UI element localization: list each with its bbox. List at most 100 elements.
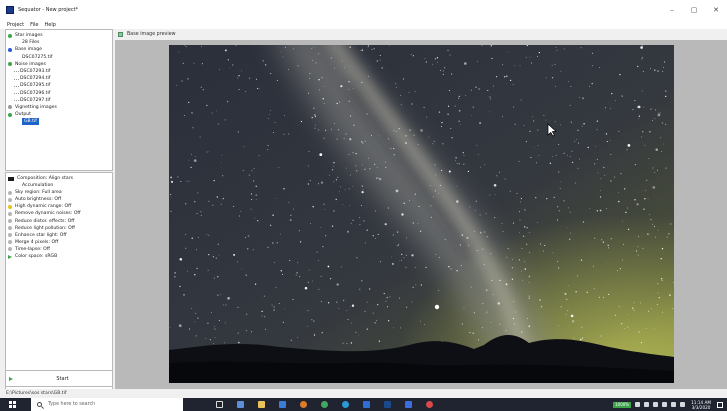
start-button[interactable]: Start	[5, 370, 113, 387]
preview-image-svg	[169, 45, 674, 383]
tree-noise-file[interactable]: DSC07294.tif	[8, 75, 110, 82]
menu-file[interactable]: File	[30, 22, 38, 28]
option-enhance-star-light[interactable]: Enhance star light: Off	[8, 232, 110, 239]
option-auto-brightness[interactable]: Auto brightness: Off	[8, 196, 110, 203]
tray-person-icon[interactable]	[635, 402, 641, 407]
option-reduce-light-pollution[interactable]: Reduce light pollution: Off	[8, 225, 110, 232]
tray-time: 11:14 AM	[691, 399, 711, 405]
option-bullet-icon	[8, 197, 12, 202]
tree-output-file[interactable]: GB.tif	[8, 118, 110, 126]
taskbar-search-placeholder: Type here to search	[48, 402, 96, 407]
tray-network-icon[interactable]	[653, 402, 659, 407]
option-label: Merge 4 pixels: Off	[15, 239, 59, 245]
taskbar-apps	[213, 399, 444, 411]
option-label: Time-lapse: Off	[15, 246, 50, 252]
option-composition[interactable]: Composition: Align stars	[8, 175, 110, 182]
option-sky-region[interactable]: Sky region: Full area	[8, 189, 110, 196]
taskbar-search-box[interactable]: Type here to search	[31, 398, 183, 411]
tree-star-images[interactable]: Star images	[8, 32, 110, 39]
tray-chevron-icon[interactable]	[644, 402, 650, 407]
tree-vignetting-images[interactable]: Vignetting images	[8, 104, 110, 111]
option-bullet-icon	[8, 219, 12, 224]
app-red-icon[interactable]	[423, 399, 435, 411]
option-label: Color space: sRGB	[15, 254, 58, 260]
tree-noise-file[interactable]: DSC07295.tif	[8, 82, 110, 89]
system-tray: 1000% 11:14 AM 3/3/2020	[613, 398, 727, 411]
tree-noise-file[interactable]: DSC07293.tif	[8, 68, 110, 75]
store-icon[interactable]	[276, 399, 288, 411]
tree-star-images-label: Star images	[15, 33, 43, 38]
sequator-app-icon	[6, 6, 14, 14]
option-label: Reduce distor. effects: Off	[15, 218, 75, 224]
window-title: Sequator - New project*	[18, 7, 79, 13]
option-bullet-icon	[8, 212, 12, 217]
project-tree: Star images 28 Files Base image DSC07275…	[5, 29, 113, 171]
search-icon	[37, 402, 42, 407]
option-color-space[interactable]: Color space: sRGB	[8, 253, 110, 260]
option-bullet-icon	[8, 233, 12, 238]
options-panel: Composition: Align stars Accumulation Sk…	[5, 172, 113, 397]
option-remove-dynamic-noises[interactable]: Remove dynamic noises: Off	[8, 210, 110, 217]
option-bullet-icon	[8, 240, 12, 245]
lightroom-icon[interactable]	[381, 399, 393, 411]
preview-area[interactable]	[115, 40, 727, 389]
tree-noise-images-label: Noise images	[15, 61, 46, 67]
status-green-icon	[8, 62, 12, 67]
edge-icon[interactable]	[339, 399, 351, 411]
option-label: Reduce light pollution: Off	[15, 225, 75, 231]
tree-noise-file[interactable]: DSC07297.tif	[8, 97, 110, 104]
image-preview-icon	[118, 31, 123, 37]
task-view-icon[interactable]	[213, 399, 225, 411]
left-panel: Star images 28 Files Base image DSC07275…	[5, 29, 113, 397]
option-time-lapse[interactable]: Time-lapse: Off	[8, 246, 110, 253]
menu-help[interactable]: Help	[44, 22, 55, 28]
app-blue-icon[interactable]	[360, 399, 372, 411]
option-reduce-distortion[interactable]: Reduce distor. effects: Off	[8, 218, 110, 225]
minimize-button[interactable]: –	[661, 0, 683, 20]
option-merge-4-pixels[interactable]: Merge 4 pixels: Off	[8, 239, 110, 246]
tree-output-label: Output	[15, 112, 31, 118]
option-label: High dynamic range: Off	[15, 204, 72, 210]
notification-icon[interactable]	[717, 401, 723, 408]
tree-vignetting-images-label: Vignetting images	[15, 104, 57, 110]
status-green-icon	[8, 33, 12, 38]
close-button[interactable]: ✕	[705, 0, 727, 20]
windows-logo-icon	[9, 401, 16, 408]
status-gray-icon	[8, 105, 12, 110]
windows-start-button[interactable]	[6, 398, 19, 411]
mouse-cursor-icon	[547, 123, 557, 137]
composition-icon	[8, 176, 14, 181]
option-label: Remove dynamic noises: Off	[15, 211, 81, 217]
window-controls: – ▢ ✕	[661, 0, 727, 20]
app-orange-icon[interactable]	[297, 399, 309, 411]
maximize-button[interactable]: ▢	[683, 0, 705, 20]
tree-base-image[interactable]: Base image	[8, 46, 110, 53]
tray-battery-icon[interactable]	[662, 402, 668, 407]
option-bullet-yellow-icon	[8, 204, 12, 209]
option-label: Sky region: Full area	[15, 190, 62, 196]
tray-badge[interactable]: 1000%	[613, 401, 632, 408]
tree-noise-file[interactable]: DSC07296.tif	[8, 90, 110, 97]
tray-app-icon[interactable]	[671, 402, 677, 407]
chrome-icon[interactable]	[318, 399, 330, 411]
tray-volume-icon[interactable]	[680, 402, 686, 407]
status-path: E:\Pictures\sos stars\GB.tif	[0, 389, 727, 398]
preview-header-label: Base image preview	[127, 31, 176, 37]
windows-taskbar: Type here to search 1000% 11:14 AM 3/3/2…	[0, 398, 727, 411]
tree-output[interactable]: Output	[8, 111, 110, 118]
tree-base-image-file[interactable]: DSC07275.tif	[8, 54, 110, 61]
tray-clock[interactable]: 11:14 AM 3/3/2020	[691, 400, 711, 410]
tray-date: 3/3/2020	[691, 404, 711, 410]
milky-way-preview-image	[169, 45, 674, 383]
tree-noise-images[interactable]: Noise images	[8, 61, 110, 68]
folder-icon[interactable]	[255, 399, 267, 411]
option-accumulation[interactable]: Accumulation	[8, 182, 110, 189]
menu-project[interactable]: Project	[7, 22, 24, 28]
explorer-icon[interactable]	[234, 399, 246, 411]
tree-star-images-count[interactable]: 28 Files	[8, 39, 110, 46]
option-bullet-icon	[8, 190, 12, 195]
option-bullet-icon	[8, 226, 12, 231]
option-high-dynamic-range[interactable]: High dynamic range: Off	[8, 203, 110, 210]
sequator-taskbar-icon[interactable]	[402, 399, 414, 411]
preview-tab[interactable]: Base image preview	[115, 29, 727, 39]
